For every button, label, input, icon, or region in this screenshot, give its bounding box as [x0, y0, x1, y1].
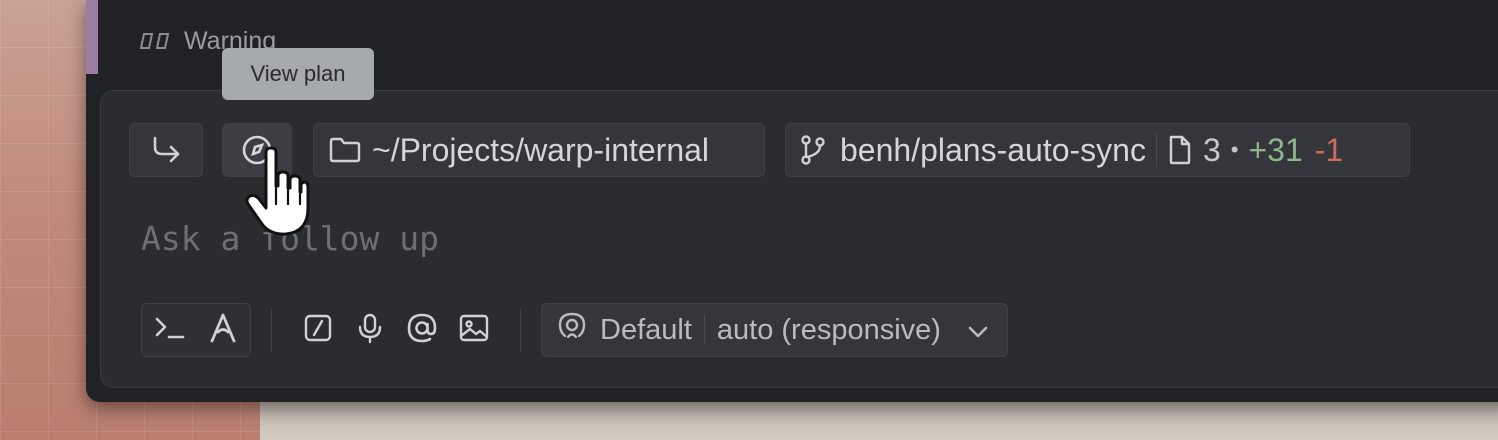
directory-chip[interactable]: ~/Projects/warp-internal [313, 123, 765, 177]
git-status-chip[interactable]: benh/plans-auto-sync 3 • +31 -1 [785, 123, 1410, 177]
bullet-separator: • [1230, 137, 1239, 162]
slash-command-icon [303, 313, 333, 348]
microphone-icon [357, 312, 383, 349]
git-branch-icon [798, 134, 828, 166]
terminal-prompt-icon[interactable] [154, 314, 186, 347]
slash-command-button[interactable] [292, 303, 344, 357]
image-icon [458, 313, 490, 348]
hand-pointer-cursor-icon [242, 146, 310, 243]
mode-toggle-group[interactable] [141, 303, 251, 357]
warning-glyph-icon [140, 31, 174, 51]
model-divider [703, 315, 705, 345]
branch-name: benh/plans-auto-sync [840, 131, 1146, 168]
profile-name: Default [600, 313, 692, 346]
profile-icon [556, 310, 588, 350]
at-mention-icon [406, 312, 438, 349]
file-icon [1167, 134, 1193, 166]
chip-divider [1155, 133, 1157, 167]
at-mention-button[interactable] [396, 303, 448, 357]
model-name: auto (responsive) [716, 313, 941, 346]
toolbar-divider [520, 308, 521, 352]
agent-a-icon[interactable] [208, 312, 238, 349]
directory-path: ~/Projects/warp-internal [372, 131, 710, 168]
folder-icon [328, 136, 362, 164]
additions-count: +31 [1248, 131, 1303, 168]
files-changed-count: 3 [1202, 131, 1221, 168]
arrow-turn-right-icon [150, 135, 182, 165]
view-plan-tooltip: View plan [222, 48, 374, 100]
model-selector[interactable]: Default auto (responsive) [541, 303, 1008, 357]
desktop-background-bottom [260, 400, 1498, 440]
chevron-down-icon [967, 314, 989, 347]
toolbar-divider [271, 308, 272, 352]
forward-button[interactable] [129, 123, 203, 177]
attach-image-button[interactable] [448, 303, 500, 357]
deletions-count: -1 [1314, 131, 1344, 168]
bottom-toolbar: Default auto (responsive) [141, 303, 1008, 357]
block-accent-strip [86, 0, 98, 74]
microphone-button[interactable] [344, 303, 396, 357]
